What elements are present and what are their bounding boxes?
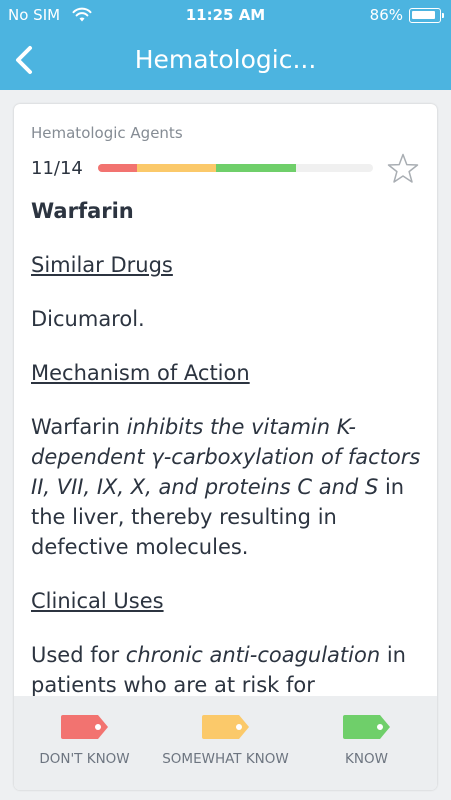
flashcard: Hematologic Agents 11/14 Warfarin Simila… [14, 104, 437, 790]
know-button[interactable]: KNOW [296, 696, 437, 790]
tag-icon [342, 715, 390, 739]
dont-know-label: DON'T KNOW [39, 751, 130, 767]
mechanism-text-prefix: Warfarin [31, 415, 127, 439]
progress-count: 11/14 [31, 158, 83, 179]
progress-segment-dont-know [98, 164, 137, 172]
progress-bar [98, 164, 373, 172]
mechanism-text: Warfarin inhibits the vitamin K-dependen… [31, 412, 423, 562]
battery-icon [409, 8, 444, 23]
section-heading-clinical-uses: Clinical Uses [31, 589, 164, 613]
card-body: Warfarin Similar Drugs Dicumarol. Mechan… [31, 196, 423, 696]
battery-percentage: 86% [369, 6, 403, 24]
progress-segment-know [216, 164, 296, 172]
rating-footer: DON'T KNOW SOMEWHAT KNOW KNOW [14, 696, 437, 790]
know-label: KNOW [345, 751, 388, 767]
drug-name: Warfarin [31, 199, 134, 223]
flashcard-content[interactable]: Hematologic Agents 11/14 Warfarin Simila… [14, 104, 437, 696]
page-title: Hematologic... [134, 45, 317, 74]
similar-drugs-text: Dicumarol. [31, 307, 145, 331]
somewhat-know-button[interactable]: SOMEWHAT KNOW [155, 696, 296, 790]
clinical-uses-text-prefix: Used for [31, 643, 126, 667]
tag-icon [201, 715, 249, 739]
section-heading-mechanism: Mechanism of Action [31, 361, 250, 385]
section-heading-similar-drugs: Similar Drugs [31, 253, 173, 277]
clinical-uses-text-emphasis: chronic anti-coagulation [125, 643, 381, 667]
progress-segment-somewhat-know [136, 164, 217, 172]
category-label: Hematologic Agents [31, 124, 183, 142]
star-outline-icon [387, 153, 419, 183]
clinical-uses-text: Used for chronic anti-coagulation in pat… [31, 640, 423, 696]
favorite-button[interactable] [386, 152, 420, 186]
tag-icon [60, 715, 108, 739]
status-bar: No SIM 11:25 AM 86% [0, 0, 451, 32]
navigation-bar: Hematologic... [0, 32, 451, 90]
dont-know-button[interactable]: DON'T KNOW [14, 696, 155, 790]
somewhat-know-label: SOMEWHAT KNOW [162, 751, 289, 767]
